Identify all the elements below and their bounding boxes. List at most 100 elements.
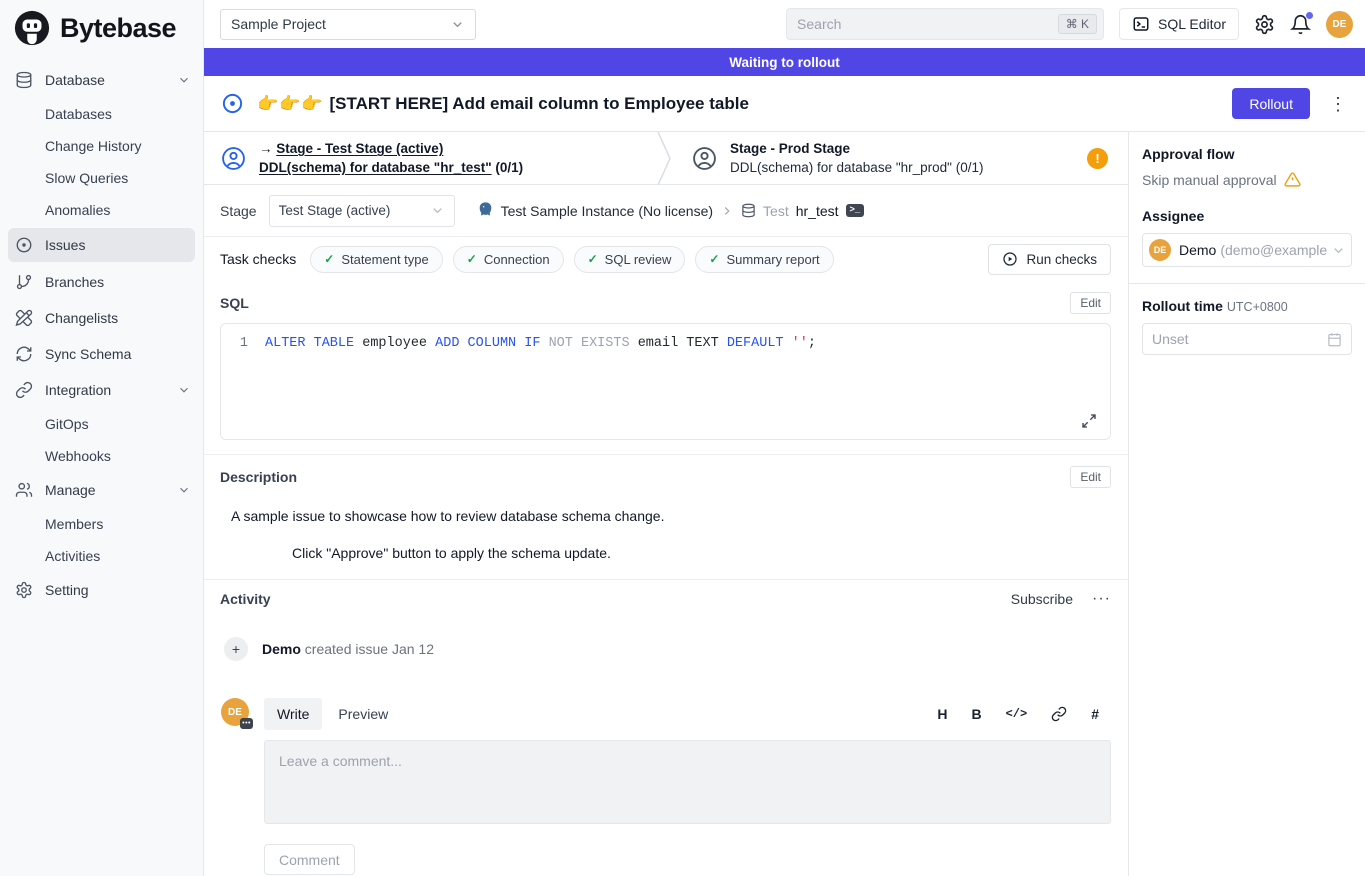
chevron-down-icon (430, 203, 445, 218)
check-pill-connection[interactable]: ✓ Connection (453, 246, 564, 273)
task-checks-label: Task checks (220, 251, 296, 267)
check-icon: ✓ (467, 252, 477, 266)
sql-statement: ALTER TABLE employee ADD COLUMN IF NOT E… (265, 334, 816, 354)
postgres-icon (477, 201, 494, 221)
sidebar-item-label: Integration (45, 382, 111, 398)
pipeline-stage-prod[interactable]: Stage - Prod Stage DDL(schema) for datab… (675, 132, 1128, 184)
pipeline-stage-test[interactable]: → Stage - Test Stage (active) DDL(schema… (204, 132, 657, 184)
hash-icon[interactable]: # (1091, 706, 1099, 722)
code-icon[interactable]: </> (1006, 707, 1028, 721)
description-edit-button[interactable]: Edit (1070, 466, 1111, 488)
sql-editor-button[interactable]: SQL Editor (1119, 8, 1239, 40)
sidebar-item-label: Manage (45, 482, 96, 498)
tab-preview[interactable]: Preview (325, 698, 401, 730)
sidebar-item-integration[interactable]: Integration (0, 372, 203, 408)
search-box[interactable]: ⌘ K (786, 8, 1104, 40)
environment-name: Test (763, 203, 789, 219)
sidebar-item-gitops[interactable]: GitOps (0, 408, 203, 440)
instance-name[interactable]: Test Sample Instance (No license) (501, 203, 713, 219)
timezone-label: UTC+0800 (1227, 300, 1288, 314)
sidebar-item-manage[interactable]: Manage (0, 472, 203, 508)
sql-code-block[interactable]: 1 ALTER TABLE employee ADD COLUMN IF NOT… (220, 323, 1111, 440)
sidebar-item-label: Branches (45, 274, 104, 290)
tab-write[interactable]: Write (264, 698, 322, 730)
status-banner: Waiting to rollout (204, 48, 1365, 76)
check-icon: ✓ (588, 252, 598, 266)
sidebar-item-issues[interactable]: Issues (8, 228, 195, 262)
assignee-select[interactable]: DE Demo (demo@example (1142, 233, 1352, 267)
settings-gear-icon[interactable] (1254, 14, 1275, 35)
format-toolbar: H B </> # (937, 706, 1111, 722)
approval-section: Approval flow Skip manual approval Assig… (1129, 132, 1365, 283)
stage-select-value: Test Stage (active) (279, 203, 391, 218)
description-label: Description (220, 469, 297, 485)
sidebar-item-slow-queries[interactable]: Slow Queries (0, 162, 203, 194)
sidebar-item-database[interactable]: Database (0, 62, 203, 98)
sidebar-item-sync-schema[interactable]: Sync Schema (0, 336, 203, 372)
terminal-icon (1132, 15, 1150, 33)
subscribe-button[interactable]: Subscribe (1011, 591, 1073, 607)
approval-flow-title: Approval flow (1142, 146, 1352, 162)
warning-triangle-icon (1284, 171, 1301, 188)
sql-edit-button[interactable]: Edit (1070, 292, 1111, 314)
comment-avatar: DE ••• (221, 698, 249, 726)
sidebar-item-setting[interactable]: Setting (0, 572, 203, 608)
kebab-menu-icon[interactable]: ⋮ (1325, 93, 1351, 115)
sidebar-nav: Database Databases Change History Slow Q… (0, 56, 203, 608)
person-circle-icon (221, 146, 246, 171)
stage-task: DDL(schema) for database "hr_prod" (0/1) (730, 160, 983, 175)
rollout-time-input[interactable]: Unset (1142, 323, 1352, 355)
comment-input[interactable] (264, 740, 1111, 824)
bold-icon[interactable]: B (971, 706, 981, 722)
sidebar-item-anomalies[interactable]: Anomalies (0, 194, 203, 226)
heading-icon[interactable]: H (937, 706, 947, 722)
stage-select[interactable]: Test Stage (active) (269, 195, 455, 227)
run-checks-button[interactable]: Run checks (988, 244, 1111, 275)
sidebar-item-change-history[interactable]: Change History (0, 130, 203, 162)
sidebar-item-activities[interactable]: Activities (0, 540, 203, 572)
sql-section: SQL Edit 1 ALTER TABLE employee ADD COLU… (204, 281, 1128, 455)
person-circle-icon (692, 146, 717, 171)
users-icon (15, 481, 33, 499)
comment-submit-button[interactable]: Comment (264, 844, 355, 875)
chevron-down-icon (177, 73, 191, 87)
project-select[interactable]: Sample Project (220, 9, 476, 40)
expand-fullscreen-icon[interactable] (1081, 413, 1097, 429)
chevron-down-icon (177, 483, 191, 497)
more-options-icon[interactable]: ··· (1092, 595, 1111, 603)
notification-bell-icon[interactable] (1290, 14, 1311, 35)
open-sql-editor-icon[interactable]: >_ (846, 204, 865, 217)
check-pill-summary-report[interactable]: ✓ Summary report (695, 246, 833, 273)
bytebase-logo-icon (13, 9, 51, 47)
sidebar-item-databases[interactable]: Databases (0, 98, 203, 130)
rollout-time-title: Rollout timeUTC+0800 (1142, 298, 1352, 314)
search-input[interactable] (797, 16, 1058, 32)
check-pill-sql-review[interactable]: ✓ SQL review (574, 246, 686, 273)
sidebar-item-webhooks[interactable]: Webhooks (0, 440, 203, 472)
left-sidebar: Bytebase Database Databases Change Histo… (0, 0, 204, 876)
sidebar-item-label: Database (45, 72, 105, 88)
user-avatar[interactable]: DE (1326, 11, 1353, 38)
content-split: → Stage - Test Stage (active) DDL(schema… (204, 132, 1365, 876)
check-pill-statement-type[interactable]: ✓ Statement type (310, 246, 443, 273)
git-branch-icon (15, 273, 33, 291)
link-icon[interactable] (1051, 706, 1067, 722)
comment-editor: DE ••• Write Preview H B </> (220, 698, 1111, 875)
sidebar-item-changelists[interactable]: Changelists (0, 300, 203, 336)
topbar-right: ⌘ K SQL Editor DE (786, 8, 1353, 40)
issue-meta-panel: Approval flow Skip manual approval Assig… (1128, 132, 1365, 876)
rollout-button[interactable]: Rollout (1232, 88, 1310, 119)
assignee-name: Demo (1179, 242, 1216, 258)
bytebase-logo[interactable]: Bytebase (0, 0, 203, 56)
check-icon: ✓ (324, 252, 334, 266)
sidebar-item-members[interactable]: Members (0, 508, 203, 540)
stage-title: → Stage - Test Stage (active) (259, 141, 443, 156)
database-name[interactable]: hr_test (796, 203, 839, 219)
sql-editor-label: SQL Editor (1158, 16, 1226, 32)
activity-item: + Demo created issue Jan 12 (220, 637, 1111, 661)
project-select-value: Sample Project (231, 16, 326, 32)
sidebar-item-branches[interactable]: Branches (0, 264, 203, 300)
stage-title: Stage - Prod Stage (730, 141, 850, 156)
issue-title: 👉👉👉[START HERE] Add email column to Empl… (257, 94, 749, 114)
circle-dot-icon (15, 236, 33, 254)
